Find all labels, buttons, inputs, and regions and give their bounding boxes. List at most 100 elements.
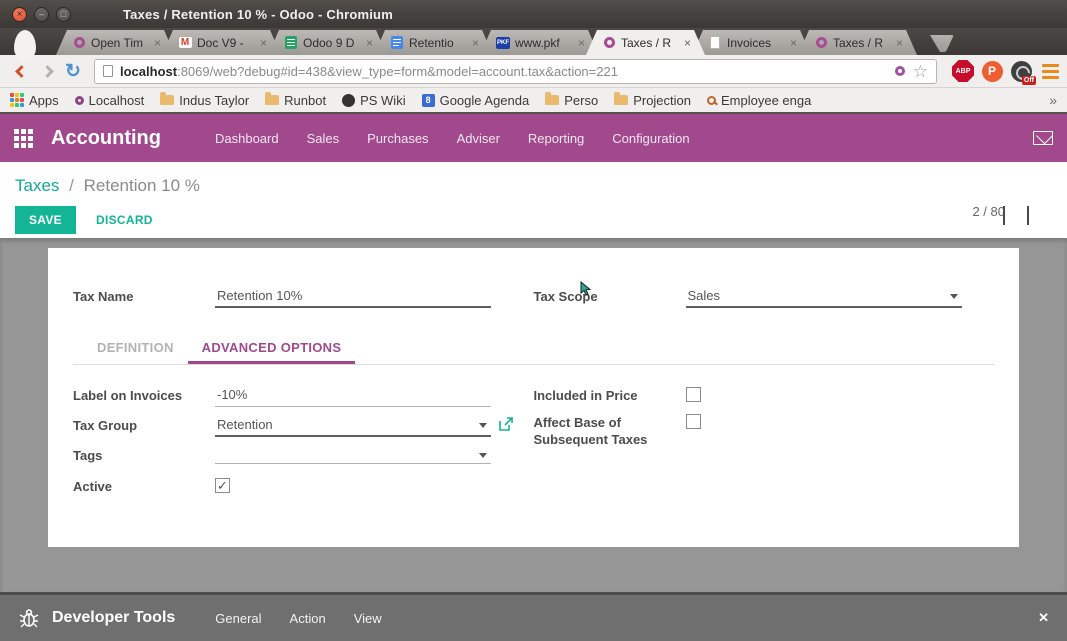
- tax-scope-select[interactable]: Sales: [686, 288, 962, 308]
- tab-close-icon[interactable]: ×: [260, 36, 267, 50]
- bug-icon: [18, 607, 40, 629]
- folder-icon: [265, 95, 279, 105]
- browser-tab-invoices[interactable]: Invoices ×: [692, 30, 811, 55]
- tab-close-icon[interactable]: ×: [896, 36, 903, 50]
- odoo-favicon-icon: [602, 36, 616, 50]
- browser-tab-odoo9[interactable]: Odoo 9 D ×: [268, 30, 387, 55]
- browser-tab-open-timesheet[interactable]: Open Tim ×: [56, 30, 175, 55]
- menu-adviser[interactable]: Adviser: [447, 125, 510, 152]
- folder-icon: [614, 95, 628, 105]
- bookmark-runbot[interactable]: Runbot: [265, 93, 326, 108]
- new-tab-button[interactable]: [916, 35, 954, 52]
- tags-select[interactable]: [215, 447, 491, 464]
- tax-group-select[interactable]: Retention: [215, 417, 491, 437]
- affect-base-checkbox[interactable]: [686, 414, 701, 429]
- tab-close-icon[interactable]: ×: [366, 36, 373, 50]
- bookmark-apps[interactable]: Apps: [10, 93, 59, 108]
- messages-envelope-icon[interactable]: [1033, 131, 1053, 145]
- menu-sales[interactable]: Sales: [297, 125, 350, 152]
- active-checkbox[interactable]: ✓: [215, 478, 230, 493]
- bookmark-indus-taylor[interactable]: Indus Taylor: [160, 93, 249, 108]
- menu-configuration[interactable]: Configuration: [602, 125, 699, 152]
- odoo-site-icon: [895, 66, 905, 76]
- browser-tab-doc[interactable]: M Doc V9 - ×: [162, 30, 281, 55]
- apps-menu-icon[interactable]: [14, 129, 33, 148]
- forward-icon: [41, 65, 54, 78]
- bookmark-ps-wiki[interactable]: PS Wiki: [342, 93, 406, 108]
- pager-next-button[interactable]: [1027, 206, 1047, 222]
- tax-name-input[interactable]: Retention 10%: [215, 288, 491, 308]
- tab-close-icon[interactable]: ×: [472, 36, 479, 50]
- menu-reporting[interactable]: Reporting: [518, 125, 594, 152]
- bookmark-localhost[interactable]: Localhost: [75, 93, 145, 108]
- active-label: Active: [73, 478, 215, 495]
- form-notebook-tabs: DEFINITION ADVANCED OPTIONS: [73, 330, 994, 365]
- record-pager: 2 / 80: [972, 204, 1005, 219]
- bookmark-star-icon[interactable]: ☆: [913, 63, 928, 80]
- window-minimize-button[interactable]: –: [34, 7, 49, 22]
- address-bar[interactable]: localhost :8069/web?debug#id=438&view_ty…: [94, 59, 937, 84]
- bookmark-projection[interactable]: Projection: [614, 93, 691, 108]
- docs-favicon-icon: [390, 36, 404, 50]
- ghostery-extension-button[interactable]: Off: [1010, 60, 1032, 82]
- profile-avatar[interactable]: [14, 30, 36, 60]
- bookmark-perso[interactable]: Perso: [545, 93, 598, 108]
- browser-tab-taxes-2[interactable]: Taxes / R ×: [798, 30, 917, 55]
- devtools-menu-action[interactable]: Action: [280, 605, 336, 632]
- tax-group-label: Tax Group: [73, 417, 215, 434]
- browser-tab-retention-doc[interactable]: Retentio ×: [374, 30, 493, 55]
- browser-tab-pkf[interactable]: PKF www.pkf ×: [480, 30, 599, 55]
- breadcrumb-taxes-link[interactable]: Taxes: [15, 176, 59, 195]
- adblock-extension-button[interactable]: ABP: [952, 60, 974, 82]
- reload-button[interactable]: ↻: [60, 59, 86, 83]
- back-button[interactable]: [8, 59, 34, 83]
- bookmark-google-agenda[interactable]: 8 Google Agenda: [422, 93, 530, 108]
- reload-icon: ↻: [65, 62, 81, 81]
- pocket-icon: P: [982, 61, 1003, 82]
- browser-menu-button[interactable]: [1042, 64, 1059, 79]
- internal-link-icon[interactable]: [499, 417, 513, 434]
- bookmark-employee-engagement[interactable]: Employee enga: [707, 93, 811, 108]
- window-maximize-button[interactable]: □: [56, 7, 71, 22]
- tab-close-icon[interactable]: ×: [790, 36, 797, 50]
- bookmarks-bar: Apps Localhost Indus Taylor Runbot PS Wi…: [0, 88, 1067, 114]
- tab-advanced-options[interactable]: ADVANCED OPTIONS: [188, 330, 356, 364]
- folder-icon: [545, 95, 559, 105]
- app-name[interactable]: Accounting: [51, 127, 161, 150]
- url-host: localhost: [120, 64, 177, 79]
- url-path: :8069/web?debug#id=438&view_type=form&mo…: [177, 64, 887, 79]
- window-controls: × – □: [12, 7, 71, 22]
- odoo-favicon-icon: [814, 36, 828, 50]
- included-in-price-checkbox[interactable]: [686, 387, 701, 402]
- bookmarks-overflow-chevron[interactable]: »: [1049, 92, 1057, 108]
- adblock-icon: ABP: [952, 60, 974, 82]
- tax-name-label: Tax Name: [73, 288, 215, 305]
- label-on-invoices-input[interactable]: -10%: [215, 387, 491, 407]
- mouse-cursor-icon: [580, 281, 592, 297]
- browser-tab-strip: Open Tim × M Doc V9 - × Odoo 9 D × Reten…: [0, 28, 1067, 55]
- discard-button[interactable]: DISCARD: [96, 213, 153, 227]
- devtools-menu: General Action View: [205, 605, 391, 632]
- tax-scope-label: Tax Scope: [534, 288, 686, 305]
- menu-purchases[interactable]: Purchases: [357, 125, 438, 152]
- odoo-top-menu: Dashboard Sales Purchases Adviser Report…: [205, 125, 700, 152]
- tags-label: Tags: [73, 447, 215, 464]
- menu-dashboard[interactable]: Dashboard: [205, 125, 289, 152]
- tab-close-icon[interactable]: ×: [684, 36, 691, 50]
- folder-icon: [160, 95, 174, 105]
- pager-previous-button[interactable]: [1003, 206, 1023, 222]
- forward-button[interactable]: [34, 59, 60, 83]
- devtools-menu-general[interactable]: General: [205, 605, 271, 632]
- label-on-invoices-label: Label on Invoices: [73, 387, 215, 404]
- devtools-close-icon[interactable]: ✕: [1038, 610, 1049, 626]
- pocket-extension-button[interactable]: P: [981, 60, 1003, 82]
- developer-tools-bar: Developer Tools General Action View ✕: [0, 592, 1067, 641]
- tab-close-icon[interactable]: ×: [154, 36, 161, 50]
- save-button[interactable]: SAVE: [15, 206, 76, 234]
- chevron-down-icon: [479, 453, 487, 458]
- browser-tab-taxes-active[interactable]: Taxes / R ×: [586, 30, 705, 55]
- tab-definition[interactable]: DEFINITION: [83, 330, 188, 364]
- window-close-button[interactable]: ×: [12, 7, 27, 22]
- devtools-menu-view[interactable]: View: [344, 605, 392, 632]
- tab-close-icon[interactable]: ×: [578, 36, 585, 50]
